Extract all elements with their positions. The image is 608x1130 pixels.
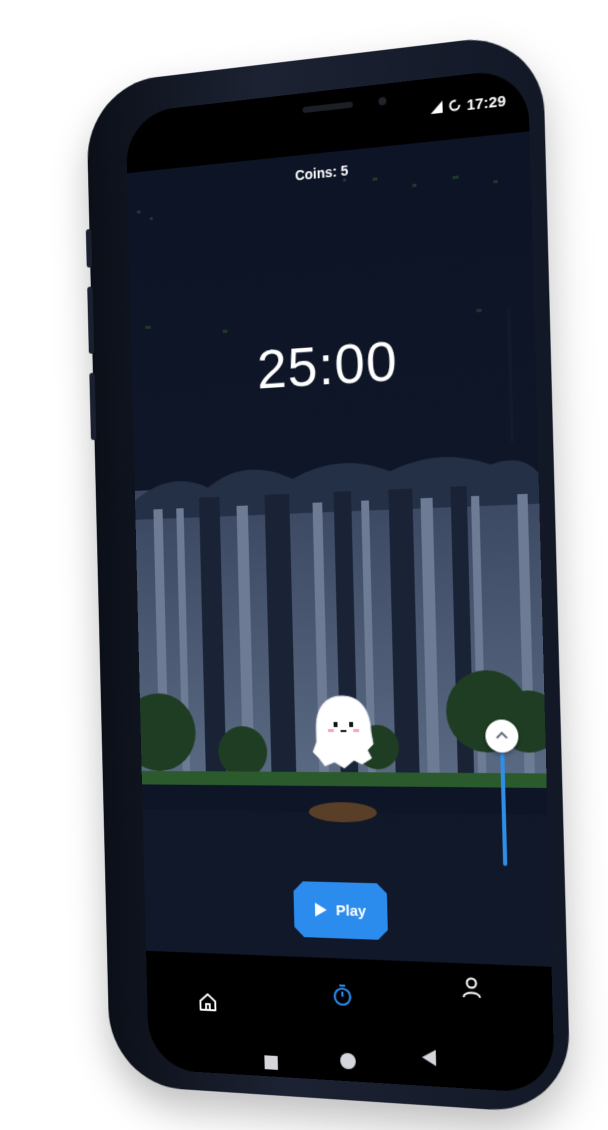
power-button — [89, 373, 96, 440]
nav-profile[interactable] — [451, 967, 493, 1010]
signal-icon — [430, 100, 443, 119]
home-icon — [197, 991, 218, 1014]
ghost-shadow — [309, 802, 378, 823]
front-camera — [378, 97, 386, 106]
chevron-up-icon — [494, 727, 509, 746]
status-bar: 17:29 — [430, 93, 506, 119]
game-scene: Coins: 5 25:00 Play — [127, 131, 551, 966]
ghost-character — [308, 692, 378, 773]
stopwatch-icon — [330, 982, 354, 1007]
system-home-button[interactable] — [336, 1048, 360, 1073]
sync-icon — [448, 98, 461, 117]
phone-screen: 17:29 Coins: 5 25:00 Play — [126, 67, 555, 1094]
nav-home[interactable] — [189, 982, 227, 1023]
play-icon — [314, 903, 326, 917]
play-button-label: Play — [336, 902, 367, 920]
play-button[interactable]: Play — [293, 881, 388, 940]
volume-down-button — [87, 286, 94, 353]
volume-up-button — [86, 229, 92, 268]
profile-icon — [460, 975, 483, 1001]
recents-square-icon — [263, 1054, 279, 1071]
nav-timer[interactable] — [322, 974, 362, 1016]
back-triangle-icon — [421, 1048, 438, 1067]
recents-button[interactable] — [260, 1050, 283, 1075]
status-time: 17:29 — [466, 93, 506, 115]
duration-slider-handle[interactable] — [485, 720, 519, 753]
back-button[interactable] — [417, 1045, 442, 1071]
home-circle-icon — [339, 1052, 357, 1071]
speaker-grille — [302, 101, 353, 113]
device-stage: 17:29 Coins: 5 25:00 Play — [0, 0, 608, 1130]
